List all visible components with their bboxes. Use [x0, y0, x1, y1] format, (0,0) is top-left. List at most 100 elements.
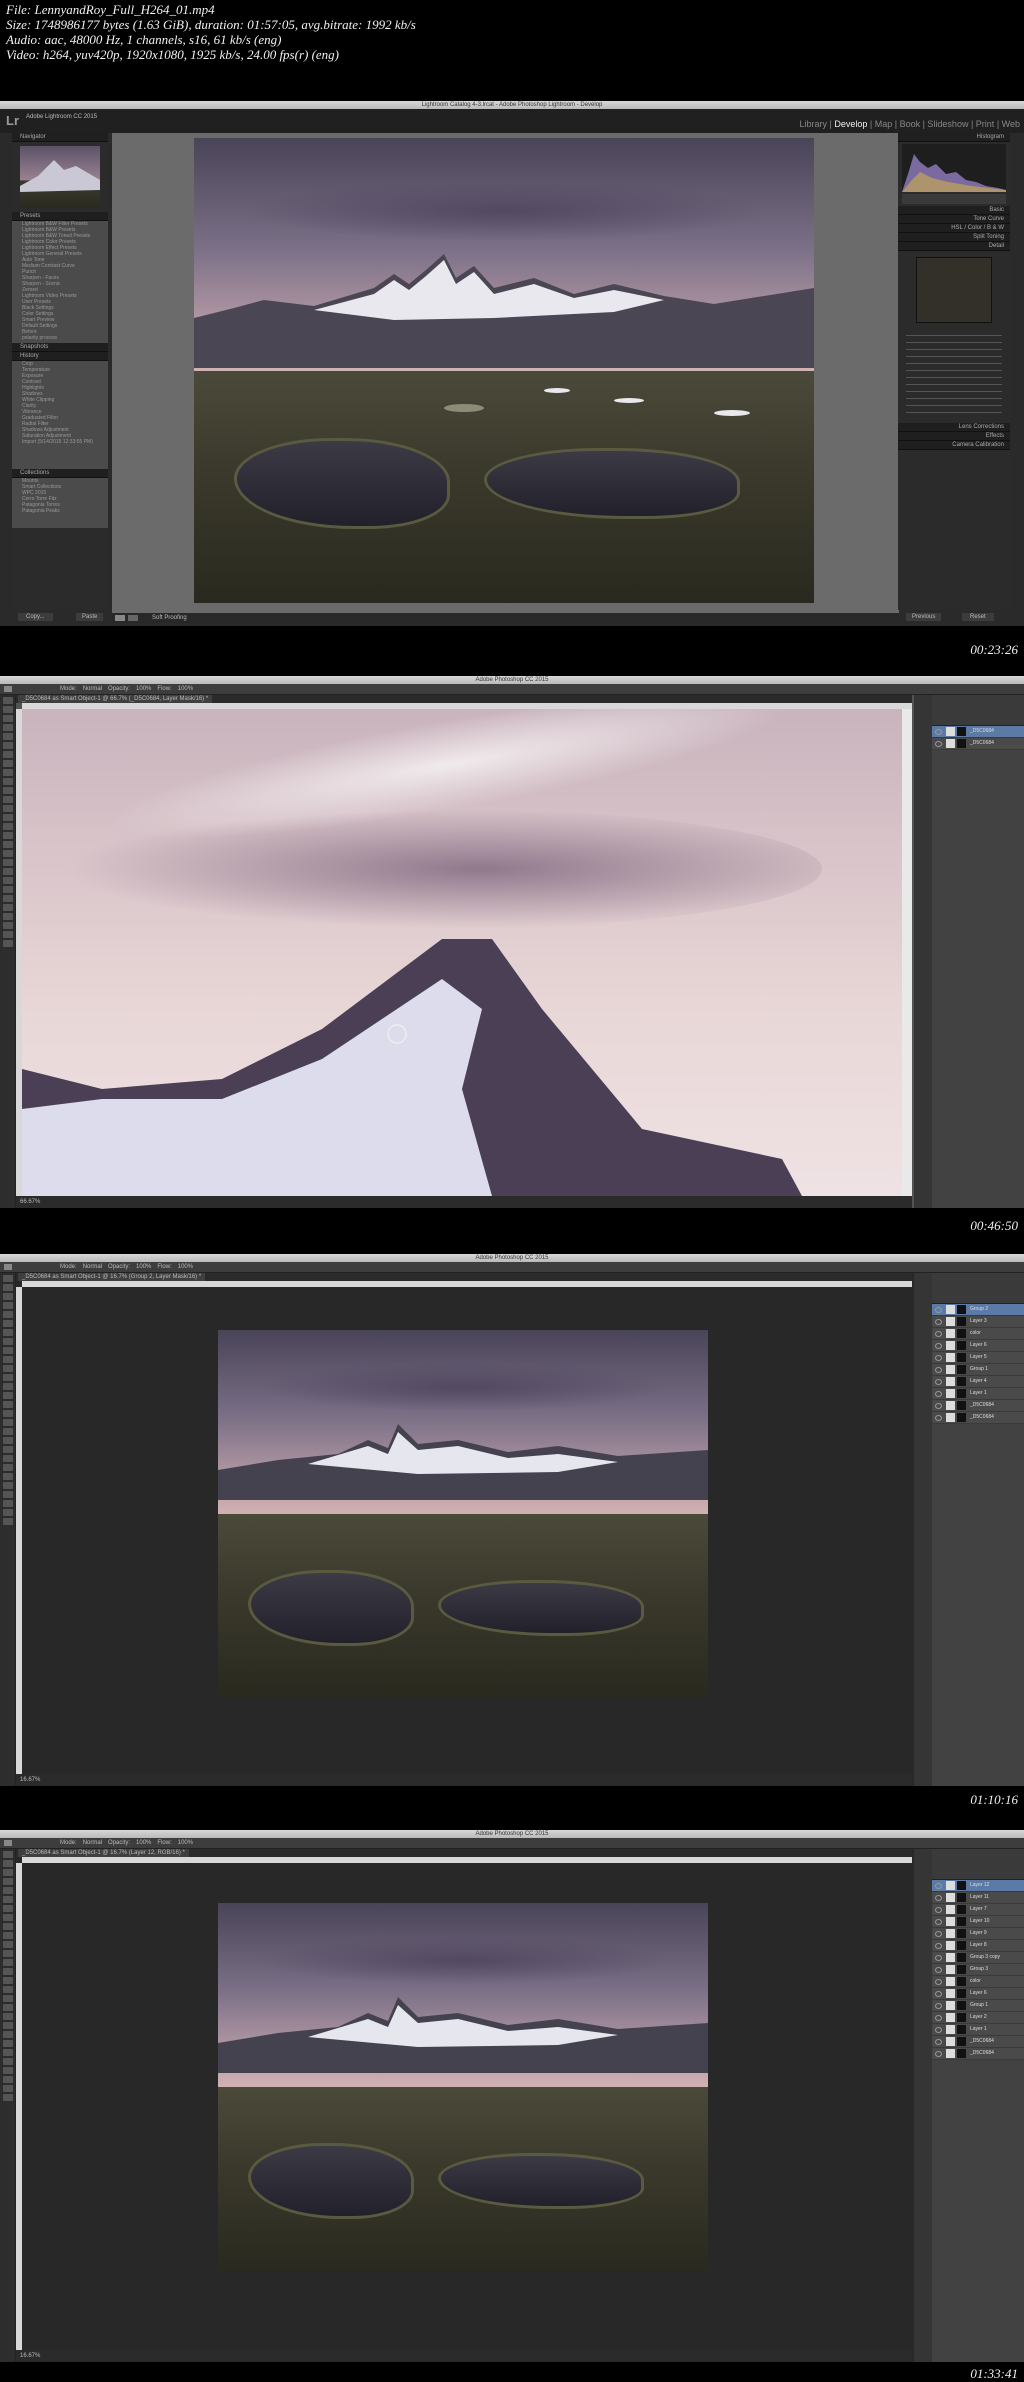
- visibility-eye-icon[interactable]: [935, 1379, 942, 1385]
- tool-icon[interactable]: [2, 1941, 13, 1948]
- history-header[interactable]: History: [12, 352, 108, 361]
- tool-icon[interactable]: [2, 2040, 13, 2047]
- visibility-eye-icon[interactable]: [935, 1967, 942, 1973]
- layer-row[interactable]: Layer 8: [932, 1940, 1024, 1952]
- tool-icon[interactable]: [2, 1455, 13, 1462]
- tool-icon[interactable]: [2, 1401, 13, 1408]
- document-tab[interactable]: _D5C0684 as Smart Object-1 @ 16.7% (Laye…: [18, 1849, 189, 1857]
- tool-icon[interactable]: [2, 823, 13, 830]
- opacity-field[interactable]: 100%: [136, 686, 151, 692]
- visibility-eye-icon[interactable]: [935, 1883, 942, 1889]
- tool-icon[interactable]: [2, 913, 13, 920]
- visibility-eye-icon[interactable]: [935, 1919, 942, 1925]
- zoom-level[interactable]: 66.67%: [20, 1198, 40, 1206]
- module-print[interactable]: Print: [976, 119, 995, 129]
- layer-row[interactable]: Layer 4: [932, 1376, 1024, 1388]
- reset-button[interactable]: Reset: [962, 613, 994, 621]
- develop-section-header[interactable]: Camera Calibration: [898, 441, 1010, 450]
- develop-section-header[interactable]: Effects: [898, 432, 1010, 441]
- list-item[interactable]: polarity process: [12, 335, 108, 341]
- visibility-eye-icon[interactable]: [935, 2003, 942, 2009]
- tool-icon[interactable]: [2, 1509, 13, 1516]
- histogram-header[interactable]: Histogram: [898, 133, 1010, 142]
- tool-icon[interactable]: [2, 1365, 13, 1372]
- tool-icon[interactable]: [2, 1293, 13, 1300]
- brush-tool-icon[interactable]: [4, 1840, 12, 1846]
- develop-section-header[interactable]: Basic: [898, 206, 1010, 215]
- tool-icon[interactable]: [2, 1851, 13, 1858]
- visibility-eye-icon[interactable]: [935, 1391, 942, 1397]
- layer-row[interactable]: Layer 1: [932, 2024, 1024, 2036]
- tool-icon[interactable]: [2, 1392, 13, 1399]
- mode-select[interactable]: Normal: [83, 1264, 102, 1270]
- tool-icon[interactable]: [2, 1887, 13, 1894]
- module-map[interactable]: Map: [875, 119, 893, 129]
- tool-icon[interactable]: [2, 1896, 13, 1903]
- tool-icon[interactable]: [2, 778, 13, 785]
- visibility-eye-icon[interactable]: [935, 1331, 942, 1337]
- tool-icon[interactable]: [2, 751, 13, 758]
- tool-icon[interactable]: [2, 2013, 13, 2020]
- layer-row[interactable]: Layer 6: [932, 1340, 1024, 1352]
- visibility-eye-icon[interactable]: [935, 1319, 942, 1325]
- previous-button[interactable]: Previous: [906, 613, 942, 621]
- tool-icon[interactable]: [2, 868, 13, 875]
- soft-proofing-checkbox[interactable]: Soft Proofing: [152, 614, 187, 622]
- tool-icon[interactable]: [2, 805, 13, 812]
- visibility-eye-icon[interactable]: [935, 2015, 942, 2021]
- collections-header[interactable]: Collections: [12, 469, 108, 478]
- module-book[interactable]: Book: [900, 119, 921, 129]
- tool-icon[interactable]: [2, 1482, 13, 1489]
- tool-icon[interactable]: [2, 742, 13, 749]
- visibility-eye-icon[interactable]: [935, 1895, 942, 1901]
- layer-row[interactable]: _D5C0684: [932, 2048, 1024, 2060]
- layer-row[interactable]: Group 1: [932, 2000, 1024, 2012]
- visibility-eye-icon[interactable]: [935, 741, 942, 747]
- document-tab[interactable]: _D5C0684 as Smart Object-1 @ 16.7% (Grou…: [18, 1273, 206, 1281]
- tool-icon[interactable]: [2, 733, 13, 740]
- visibility-eye-icon[interactable]: [935, 1979, 942, 1985]
- layer-row[interactable]: Group 2: [932, 1304, 1024, 1316]
- visibility-eye-icon[interactable]: [935, 2027, 942, 2033]
- tool-icon[interactable]: [2, 760, 13, 767]
- paste-button[interactable]: Paste: [76, 613, 104, 621]
- layer-row[interactable]: _D5C0684: [932, 738, 1024, 750]
- layer-row[interactable]: color: [932, 1328, 1024, 1340]
- tool-icon[interactable]: [2, 895, 13, 902]
- tool-icon[interactable]: [2, 769, 13, 776]
- flow-field[interactable]: 100%: [178, 1840, 193, 1846]
- tool-icon[interactable]: [2, 1932, 13, 1939]
- tool-icon[interactable]: [2, 832, 13, 839]
- tool-icon[interactable]: [2, 2031, 13, 2038]
- layer-row[interactable]: Layer 12: [932, 1880, 1024, 1892]
- tool-icon[interactable]: [2, 922, 13, 929]
- tool-icon[interactable]: [2, 1491, 13, 1498]
- tool-icon[interactable]: [2, 1428, 13, 1435]
- layer-row[interactable]: Layer 5: [932, 1352, 1024, 1364]
- snapshots-header[interactable]: Snapshots: [12, 343, 108, 352]
- copy-button[interactable]: Copy...: [18, 613, 53, 621]
- tool-icon[interactable]: [2, 931, 13, 938]
- tool-icon[interactable]: [2, 1347, 13, 1354]
- tool-icon[interactable]: [2, 2085, 13, 2092]
- tool-icon[interactable]: [2, 850, 13, 857]
- module-library[interactable]: Library: [799, 119, 827, 129]
- tool-icon[interactable]: [2, 1950, 13, 1957]
- tool-icon[interactable]: [2, 1329, 13, 1336]
- tool-icon[interactable]: [2, 2067, 13, 2074]
- layer-row[interactable]: Group 3 copy: [932, 1952, 1024, 1964]
- tool-icon[interactable]: [2, 1464, 13, 1471]
- tool-icon[interactable]: [2, 904, 13, 911]
- tool-icon[interactable]: [2, 787, 13, 794]
- layer-row[interactable]: Layer 7: [932, 1904, 1024, 1916]
- brush-tool-icon[interactable]: [4, 686, 12, 692]
- visibility-eye-icon[interactable]: [935, 1907, 942, 1913]
- visibility-eye-icon[interactable]: [935, 2039, 942, 2045]
- visibility-eye-icon[interactable]: [935, 2051, 942, 2057]
- tool-icon[interactable]: [2, 1311, 13, 1318]
- tool-icon[interactable]: [2, 1860, 13, 1867]
- layer-row[interactable]: _D5C0684: [932, 2036, 1024, 2048]
- visibility-eye-icon[interactable]: [935, 1955, 942, 1961]
- module-slideshow[interactable]: Slideshow: [927, 119, 968, 129]
- tool-icon[interactable]: [2, 1518, 13, 1525]
